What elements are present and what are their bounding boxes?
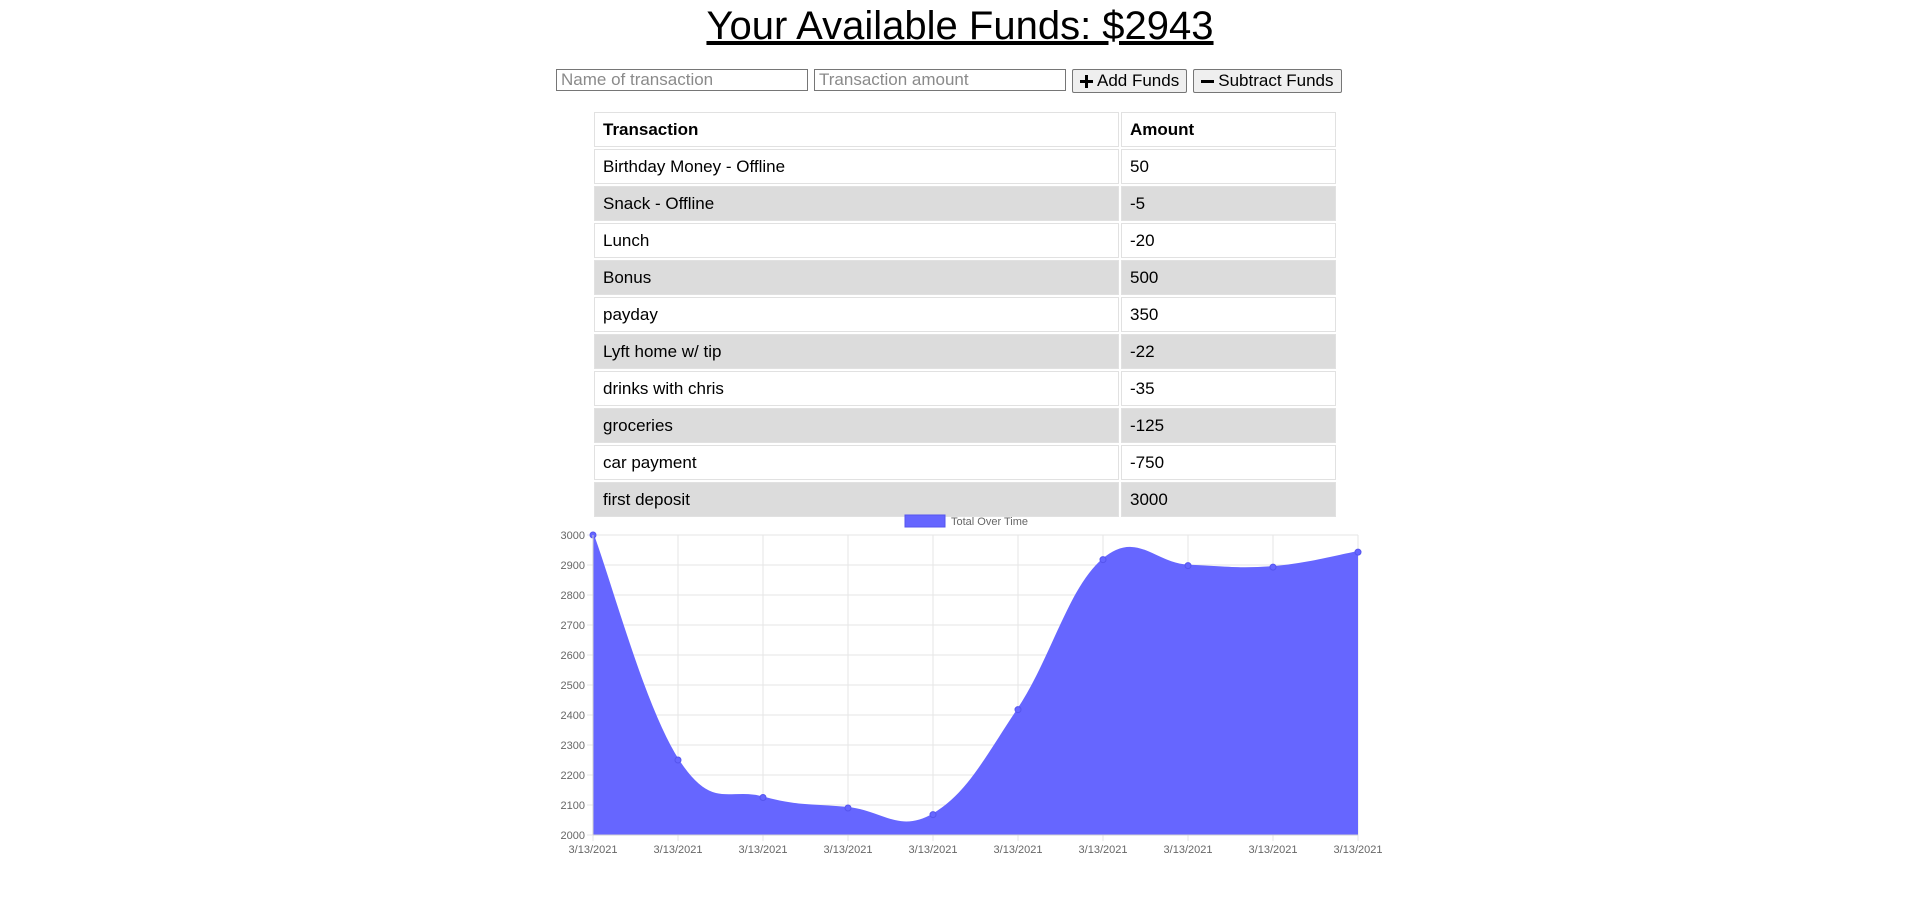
legend-swatch xyxy=(904,514,946,528)
transaction-amount: 350 xyxy=(1121,297,1336,332)
table-row: drinks with chris -35 xyxy=(594,371,1336,406)
transaction-name: Lunch xyxy=(594,223,1119,258)
transactions-table: Transaction Amount Birthday Money - Offl… xyxy=(592,110,1338,519)
y-tick-label: 2900 xyxy=(561,560,585,572)
x-tick-label: 3/13/2021 xyxy=(909,844,958,856)
data-point xyxy=(844,804,852,812)
subtract-funds-button[interactable]: Subtract Funds xyxy=(1193,69,1342,93)
y-tick-label: 2800 xyxy=(561,590,585,602)
table-row: Birthday Money - Offline 50 xyxy=(594,149,1336,184)
y-tick-label: 2700 xyxy=(561,620,585,632)
data-point xyxy=(1014,706,1022,714)
x-tick-label: 3/13/2021 xyxy=(1079,844,1128,856)
data-point xyxy=(1354,548,1362,556)
transaction-name: payday xyxy=(594,297,1119,332)
table-row: payday 350 xyxy=(594,297,1336,332)
y-tick-label: 2400 xyxy=(561,710,585,722)
subtract-funds-label: Subtract Funds xyxy=(1218,71,1334,90)
data-point xyxy=(759,794,767,801)
x-tick-label: 3/13/2021 xyxy=(1334,844,1383,856)
table-header-row: Transaction Amount xyxy=(594,112,1336,147)
column-header-transaction: Transaction xyxy=(594,112,1119,147)
table-row: Lyft home w/ tip -22 xyxy=(594,334,1336,369)
transaction-amount: -125 xyxy=(1121,408,1336,443)
table-row: Snack - Offline -5 xyxy=(594,186,1336,221)
transaction-name: Snack - Offline xyxy=(594,186,1119,221)
transaction-form: Add Funds Subtract Funds xyxy=(556,69,1342,93)
y-tick-label: 2500 xyxy=(561,680,585,692)
x-tick-label: 3/13/2021 xyxy=(654,844,703,856)
table-row: groceries -125 xyxy=(594,408,1336,443)
table-row: Lunch -20 xyxy=(594,223,1336,258)
y-tick-label: 2000 xyxy=(561,830,585,842)
funds-chart: 3000 2900 2800 2700 2600 2500 2400 2300 2200 2100… xyxy=(561,514,1383,856)
legend-label: Total Over Time xyxy=(951,516,1028,528)
table-row: Bonus 500 xyxy=(594,260,1336,295)
y-tick-label: 2300 xyxy=(561,740,585,752)
table-row: car payment -750 xyxy=(594,445,1336,480)
page-title: Your Available Funds: $2943 xyxy=(706,4,1214,48)
data-point xyxy=(929,811,937,819)
y-tick-label: 2600 xyxy=(561,650,585,662)
column-header-amount: Amount xyxy=(1121,112,1336,147)
transaction-amount: 50 xyxy=(1121,149,1336,184)
x-tick-label: 3/13/2021 xyxy=(739,844,788,856)
x-tick-label: 3/13/2021 xyxy=(1249,844,1298,856)
transaction-name-input[interactable] xyxy=(556,69,808,91)
plus-icon xyxy=(1080,74,1093,88)
add-funds-label: Add Funds xyxy=(1097,71,1180,90)
data-point xyxy=(1184,562,1192,570)
transaction-amount: -35 xyxy=(1121,371,1336,406)
transaction-name: groceries xyxy=(594,408,1119,443)
transaction-amount-input[interactable] xyxy=(814,69,1066,91)
transaction-name: Bonus xyxy=(594,260,1119,295)
minus-icon xyxy=(1201,75,1215,88)
transaction-amount: 500 xyxy=(1121,260,1336,295)
data-point xyxy=(1269,563,1277,571)
y-tick-label: 3000 xyxy=(561,530,585,542)
transaction-amount: -22 xyxy=(1121,334,1336,369)
y-tick-label: 2100 xyxy=(561,800,585,812)
transaction-name: car payment xyxy=(594,445,1119,480)
x-tick-label: 3/13/2021 xyxy=(1164,844,1213,856)
x-tick-label: 3/13/2021 xyxy=(824,844,873,856)
transaction-name: Lyft home w/ tip xyxy=(594,334,1119,369)
transaction-name: Birthday Money - Offline xyxy=(594,149,1119,184)
y-tick-label: 2200 xyxy=(561,770,585,782)
page: Your Available Funds: $2943 Add Funds Su… xyxy=(0,0,1920,902)
add-funds-button[interactable]: Add Funds xyxy=(1072,69,1188,93)
transaction-amount: -5 xyxy=(1121,186,1336,221)
x-tick-label: 3/13/2021 xyxy=(569,844,618,856)
transaction-amount: -20 xyxy=(1121,223,1336,258)
x-tick-label: 3/13/2021 xyxy=(994,844,1043,856)
transaction-amount: -750 xyxy=(1121,445,1336,480)
transaction-name: drinks with chris xyxy=(594,371,1119,406)
data-point xyxy=(674,756,682,764)
data-point xyxy=(1099,556,1107,564)
